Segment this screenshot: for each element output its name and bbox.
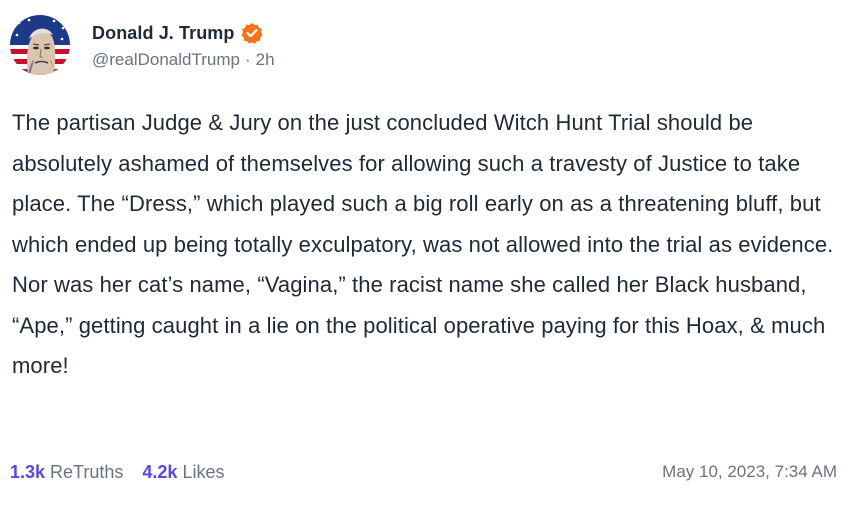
flag-portrait-avatar-icon [10, 15, 70, 75]
meta-separator: · [244, 50, 251, 69]
avatar[interactable] [10, 15, 70, 75]
author-handle[interactable]: @realDonaldTrump [92, 50, 240, 70]
author-meta: @realDonaldTrump · 2h [92, 50, 275, 70]
retruths-label: ReTruths [50, 461, 124, 482]
post-header: Donald J. Trump @realDonaldTrump · 2h [10, 15, 275, 75]
likes-count: 4.2k [142, 461, 178, 482]
post-stats: 1.3k ReTruths 4.2k Likes [10, 462, 224, 483]
post-footer: 1.3k ReTruths 4.2k Likes May 10, 2023, 7… [10, 456, 837, 488]
post-content: The partisan Judge & Jury on the just co… [12, 103, 847, 387]
author-display-name[interactable]: Donald J. Trump [92, 23, 235, 44]
likes-stat[interactable]: 4.2k Likes [142, 462, 224, 483]
truth-post: Donald J. Trump @realDonaldTrump · 2h Th… [0, 0, 857, 508]
name-row: Donald J. Trump [92, 20, 275, 46]
retruths-count: 1.3k [10, 461, 46, 482]
post-timestamp[interactable]: May 10, 2023, 7:34 AM [662, 462, 837, 482]
likes-label: Likes [182, 461, 225, 482]
post-text: The partisan Judge & Jury on the just co… [12, 110, 834, 378]
relative-time[interactable]: 2h [256, 50, 275, 70]
verified-check-icon [240, 22, 263, 44]
author-identity: Donald J. Trump @realDonaldTrump · 2h [92, 20, 275, 70]
retruths-stat[interactable]: 1.3k ReTruths [10, 462, 123, 483]
